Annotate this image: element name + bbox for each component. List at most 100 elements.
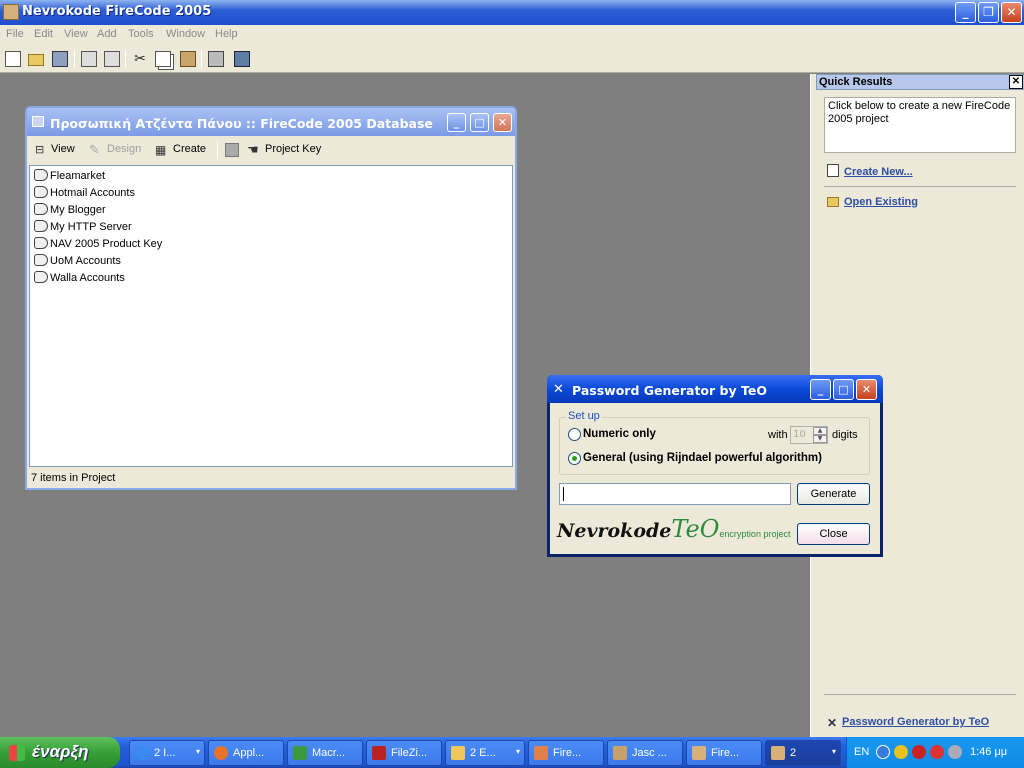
list-item[interactable]: UoM Accounts bbox=[34, 254, 121, 267]
child-maximize-button[interactable]: □ bbox=[470, 113, 489, 132]
taskbar-button[interactable]: 2 E... ▾ bbox=[445, 740, 525, 766]
digits-label: digits bbox=[832, 429, 858, 441]
database-window-titlebar[interactable]: Προσωπική Ατζέντα Πάνου :: FireCode 2005… bbox=[27, 108, 515, 136]
create-button[interactable]: Create bbox=[173, 143, 206, 155]
firecode-icon bbox=[534, 746, 548, 760]
print-preview-icon[interactable] bbox=[104, 51, 120, 67]
quick-results-header: Quick Results ✕ bbox=[816, 74, 1024, 90]
tray-icon[interactable] bbox=[894, 745, 908, 759]
key-copy-icon[interactable] bbox=[225, 143, 239, 157]
menu-help[interactable]: Help bbox=[215, 28, 238, 40]
close-button[interactable]: ✕ bbox=[1001, 2, 1022, 23]
open-existing-link[interactable]: Open Existing bbox=[827, 196, 918, 208]
password-generator-body: Set up Numeric only with 10 ▲ ▼ digits G… bbox=[550, 403, 880, 554]
start-button[interactable]: έναρξη bbox=[0, 737, 120, 768]
firecode-group-icon bbox=[771, 746, 785, 760]
database-window-icon bbox=[32, 116, 44, 127]
new-document-icon bbox=[827, 164, 839, 177]
create-new-link[interactable]: Create New... bbox=[827, 164, 913, 178]
password-generator-titlebar[interactable]: ✕ Password Generator by TeO _ □ ✕ bbox=[547, 375, 883, 403]
language-indicator[interactable]: EN bbox=[854, 746, 869, 758]
list-item[interactable]: NAV 2005 Product Key bbox=[34, 237, 162, 250]
toolbar-separator bbox=[125, 50, 126, 68]
menu-tools[interactable]: Tools bbox=[128, 28, 154, 40]
clock[interactable]: 1:46 μμ bbox=[970, 746, 1007, 758]
generate-button[interactable]: Generate bbox=[797, 483, 870, 505]
menu-view[interactable]: View bbox=[64, 28, 88, 40]
project-item-list[interactable]: Fleamarket Hotmail Accounts My Blogger M… bbox=[29, 165, 513, 467]
taskbar-button[interactable]: Macr... bbox=[287, 740, 363, 766]
taskbar-button[interactable]: FileZi... bbox=[366, 740, 442, 766]
tray-arrow-icon[interactable] bbox=[876, 745, 890, 759]
divider bbox=[824, 186, 1016, 187]
general-label[interactable]: General (using Rijndael powerful algorit… bbox=[583, 452, 822, 464]
stepper-up-icon[interactable]: ▲ bbox=[813, 427, 827, 435]
child-minimize-button[interactable]: _ bbox=[447, 113, 466, 132]
cut-icon[interactable]: ✂ bbox=[132, 51, 148, 67]
paste-icon[interactable] bbox=[180, 51, 196, 67]
view-button[interactable]: View bbox=[51, 143, 75, 155]
firefox-icon bbox=[214, 746, 228, 760]
app-titlebar: Nevrokode FireCode 2005 _ ❐ ✕ bbox=[0, 0, 1024, 25]
general-radio[interactable] bbox=[568, 452, 581, 465]
taskbar-button[interactable]: Fire... bbox=[686, 740, 762, 766]
digits-stepper[interactable]: 10 ▲ ▼ bbox=[790, 426, 828, 444]
list-item[interactable]: Hotmail Accounts bbox=[34, 186, 135, 199]
dialog-close-button[interactable]: ✕ bbox=[856, 379, 877, 400]
nevrokode-logo: NevrokodeTeOencryption project bbox=[557, 515, 790, 543]
taskbar: έναρξη 2 I... ▾ Appl... Macr... FileZi...… bbox=[0, 737, 1024, 768]
menu-add[interactable]: Add bbox=[97, 28, 117, 40]
tray-icon[interactable] bbox=[930, 745, 944, 759]
design-button[interactable]: Design bbox=[107, 143, 141, 155]
jasc-icon bbox=[613, 746, 627, 760]
stepper-down-icon[interactable]: ▼ bbox=[813, 435, 827, 443]
app-icon bbox=[3, 4, 19, 20]
dialog-maximize-button[interactable]: □ bbox=[833, 379, 854, 400]
password-generator-link[interactable]: ✕ Password Generator by TeO bbox=[827, 716, 989, 730]
menu-file[interactable]: File bbox=[6, 28, 24, 40]
numeric-only-radio[interactable] bbox=[568, 428, 581, 441]
app-title: Nevrokode FireCode 2005 bbox=[22, 4, 212, 19]
restore-button[interactable]: ❐ bbox=[978, 2, 999, 23]
key-icon bbox=[34, 271, 48, 283]
open-folder-icon[interactable] bbox=[28, 54, 44, 66]
key-icon bbox=[34, 237, 48, 249]
list-item[interactable]: My HTTP Server bbox=[34, 220, 132, 233]
tray-icon[interactable] bbox=[912, 745, 926, 759]
key-icon bbox=[34, 169, 48, 181]
database-icon[interactable] bbox=[234, 51, 250, 67]
database-toolbar: ⊟ View ✎ Design ▦ Create ☚ Project Key bbox=[29, 136, 513, 164]
taskbar-button[interactable]: Fire... bbox=[528, 740, 604, 766]
toolbar-separator bbox=[201, 50, 202, 68]
child-close-button[interactable]: ✕ bbox=[493, 113, 512, 132]
project-key-button[interactable]: Project Key bbox=[265, 143, 321, 155]
filezilla-icon bbox=[372, 746, 386, 760]
with-label: with bbox=[768, 429, 788, 441]
taskbar-button[interactable]: 2 I... ▾ bbox=[129, 740, 205, 766]
menu-edit[interactable]: Edit bbox=[34, 28, 53, 40]
hand-icon: ☚ bbox=[247, 143, 259, 158]
menu-window[interactable]: Window bbox=[166, 28, 205, 40]
quick-results-close-button[interactable]: ✕ bbox=[1009, 75, 1023, 89]
taskbar-button[interactable]: 2 ▾ bbox=[765, 740, 841, 766]
windows-flag-icon bbox=[9, 745, 25, 761]
taskbar-button[interactable]: Appl... bbox=[208, 740, 284, 766]
create-icon: ▦ bbox=[155, 143, 167, 157]
print-icon[interactable] bbox=[81, 51, 97, 67]
taskbar-button[interactable]: Jasc ... bbox=[607, 740, 683, 766]
close-dialog-button[interactable]: Close bbox=[797, 523, 870, 545]
list-item[interactable]: Walla Accounts bbox=[34, 271, 125, 284]
dialog-minimize-button[interactable]: _ bbox=[810, 379, 831, 400]
save-icon[interactable] bbox=[52, 51, 68, 67]
password-generator-icon[interactable] bbox=[208, 51, 224, 67]
new-document-icon[interactable] bbox=[5, 51, 21, 67]
numeric-only-label[interactable]: Numeric only bbox=[583, 428, 656, 440]
list-item[interactable]: Fleamarket bbox=[34, 169, 105, 182]
list-item[interactable]: My Blogger bbox=[34, 203, 106, 216]
minimize-button[interactable]: _ bbox=[955, 2, 976, 23]
design-icon: ✎ bbox=[89, 143, 100, 158]
network-icon[interactable] bbox=[948, 745, 962, 759]
toolbar-separator bbox=[74, 50, 75, 68]
copy-icon[interactable] bbox=[155, 51, 171, 67]
generated-password-field[interactable] bbox=[559, 483, 791, 505]
